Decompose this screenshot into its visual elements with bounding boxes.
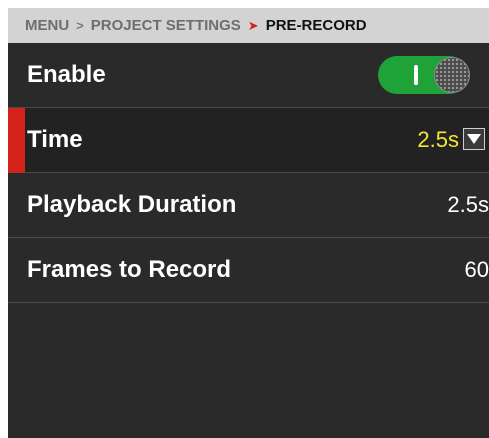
setting-value-playback-duration: 2.5s <box>447 192 489 217</box>
toggle-on-indicator-icon <box>414 65 418 85</box>
time-dropdown-button[interactable] <box>463 128 485 150</box>
setting-label-playback-duration: Playback Duration <box>27 191 237 218</box>
setting-label-time: Time <box>27 126 83 153</box>
setting-label-frames-to-record: Frames to Record <box>27 256 232 283</box>
breadcrumb-item-menu[interactable]: MENU <box>25 17 69 34</box>
setting-value-frames-to-record: 60 <box>464 257 489 282</box>
setting-label-enable: Enable <box>27 61 106 88</box>
breadcrumb-separator-icon: > <box>76 18 84 33</box>
breadcrumb: MENU > PROJECT SETTINGS ➤ PRE-RECORD <box>8 8 489 43</box>
breadcrumb-item-project-settings[interactable]: PROJECT SETTINGS <box>91 17 241 34</box>
setting-row-frames-to-record[interactable]: Frames to Record 60 <box>8 238 489 303</box>
setting-value-time[interactable]: 2.5s <box>417 108 459 172</box>
breadcrumb-current: PRE-RECORD <box>265 17 367 34</box>
toggle-knob[interactable] <box>434 57 470 93</box>
selection-marker <box>8 108 25 173</box>
pre-record-screen: MENU > PROJECT SETTINGS ➤ PRE-RECORD Ena… <box>8 8 489 438</box>
setting-row-time[interactable]: Time 2.5s <box>8 108 489 173</box>
enable-toggle[interactable] <box>378 56 470 94</box>
breadcrumb-arrow-icon: ➤ <box>247 17 259 33</box>
setting-row-enable[interactable]: Enable <box>8 43 489 108</box>
chevron-down-icon <box>467 134 481 144</box>
setting-row-playback-duration[interactable]: Playback Duration 2.5s <box>8 173 489 238</box>
